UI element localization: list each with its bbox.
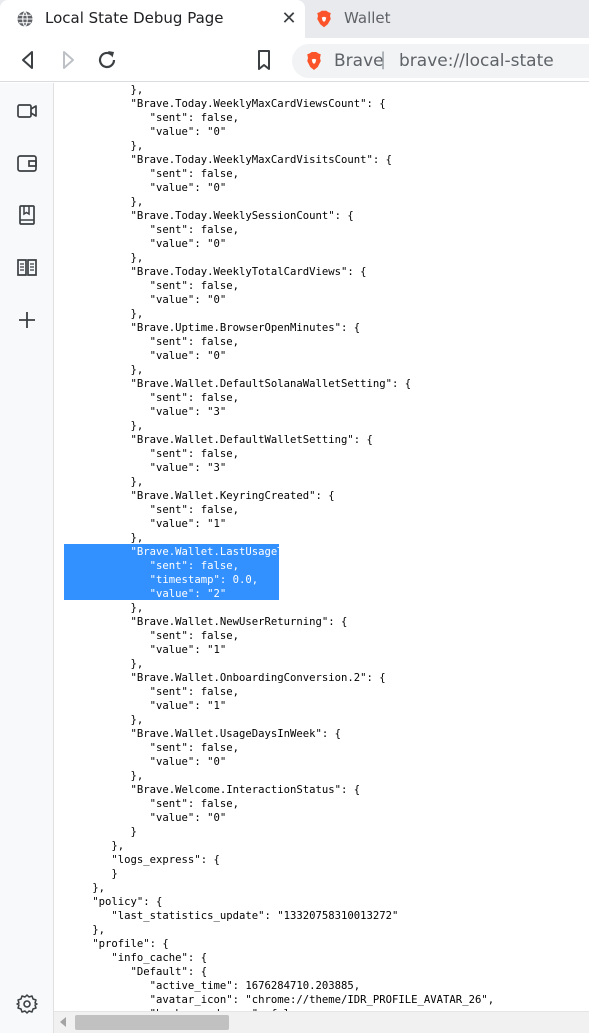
code-line: }, [54,364,144,376]
code-line: "sent": false, [54,112,239,124]
code-line: "value": "1" [54,644,227,656]
code-line: "Brave.Today.WeeklySessionCount": { [54,210,354,222]
code-line: "value": "3" [54,406,227,418]
code-line: }, [54,308,144,320]
url-text[interactable]: brave://local-state [399,51,554,71]
code-line: "sent": false, [54,686,239,698]
code-line: }, [54,196,144,208]
code-line: "value": "1" [54,700,227,712]
code-line: }, [54,882,106,894]
code-line: "timestamp": 0.0, [54,574,259,586]
code-line: "last_statistics_update": "1332075831001… [54,910,399,922]
json-dump: }, "Brave.Today.WeeklyMaxCardViewsCount"… [54,83,589,1011]
code-line: }, [54,924,106,936]
code-line: "value": "0" [54,812,227,824]
code-line: "logs_express": { [54,854,220,866]
bookmark-icon[interactable] [252,48,276,72]
code-line: }, [54,770,144,782]
code-line: "Brave.Wallet.OnboardingConversion.2": { [54,672,386,684]
code-line: "sent": false, [54,224,239,236]
code-line: } [54,826,137,838]
video-call-icon[interactable] [15,99,39,123]
code-line: }, [54,476,144,488]
code-line: "active_time": 1676284710.203885, [54,980,361,992]
code-line: "sent": false, [54,630,239,642]
settings-icon[interactable] [15,992,39,1016]
code-line: "value": "2" [54,588,227,600]
code-line: "Brave.Wallet.NewUserReturning": { [54,616,348,628]
tab-title: Local State Debug Page [45,9,224,27]
code-line: }, [54,840,125,852]
code-line: "policy": { [54,896,163,908]
brave-shield-icon[interactable] [305,51,323,71]
code-line: "Brave.Wallet.LastUsageTime": { [54,546,329,558]
scroll-left-arrow-icon[interactable] [60,1017,66,1027]
code-line: "sent": false, [54,560,239,572]
code-line: "sent": false, [54,504,239,516]
code-line: }, [54,602,144,614]
scrollbar-thumb[interactable] [75,1015,229,1030]
local-state-content[interactable]: }, "Brave.Today.WeeklyMaxCardViewsCount"… [54,83,589,1011]
code-line: "Brave.Wallet.KeyringCreated": { [54,490,335,502]
code-line: "Brave.Today.WeeklyMaxCardViewsCount": { [54,98,386,110]
code-line: }, [54,420,144,432]
tab-strip: Local State Debug Page ✕ Wallet [0,0,589,38]
code-line: "sent": false, [54,392,239,404]
code-line: "value": "0" [54,126,227,138]
code-line: "value": "0" [54,756,227,768]
reading-list-icon[interactable] [15,255,39,279]
code-line: "Default": { [54,966,208,978]
sidebar [0,83,54,1033]
code-line: }, [54,532,144,544]
code-line: "value": "1" [54,518,227,530]
code-line: "sent": false, [54,168,239,180]
code-line: }, [54,252,144,264]
code-line: "Brave.Wallet.DefaultWalletSetting": { [54,434,373,446]
code-line: }, [54,658,144,670]
code-line: "Brave.Wallet.DefaultSolanaWalletSetting… [54,378,412,390]
address-bar[interactable]: Brave | brave://local-state [292,44,589,78]
code-line: } [54,868,118,880]
code-line: "Brave.Wallet.UsageDaysInWeek": { [54,728,342,740]
forward-icon[interactable] [56,48,80,72]
code-line: "value": "0" [54,182,227,194]
close-tab-icon[interactable]: ✕ [279,9,299,29]
code-line: "value": "0" [54,294,227,306]
code-line: "profile": { [54,938,169,950]
reload-icon[interactable] [95,48,119,72]
add-icon[interactable] [15,308,39,332]
code-line: "Brave.Welcome.InteractionStatus": { [54,784,361,796]
code-line: "sent": false, [54,798,239,810]
code-line: }, [54,84,144,96]
tab-title: Wallet [344,9,391,27]
toolbar: Brave | brave://local-state [0,38,589,82]
code-line: "sent": false, [54,280,239,292]
code-line: "Brave.Today.WeeklyTotalCardViews": { [54,266,367,278]
code-line: "Brave.Today.WeeklyMaxCardVisitsCount": … [54,154,393,166]
code-line: "avatar_icon": "chrome://theme/IDR_PROFI… [54,994,495,1006]
wallet-icon[interactable] [15,151,39,175]
code-line: "value": "0" [54,238,227,250]
code-line: "Brave.Uptime.BrowserOpenMinutes": { [54,322,361,334]
bookmarks-icon[interactable] [15,203,39,227]
back-icon[interactable] [16,48,40,72]
code-line: "sent": false, [54,336,239,348]
code-line: }, [54,714,144,726]
globe-icon [17,11,33,27]
code-line: "value": "3" [54,462,227,474]
horizontal-scrollbar[interactable] [54,1011,589,1033]
code-line: }, [54,140,144,152]
code-line: "value": "0" [54,350,227,362]
code-line: "info_cache": { [54,952,208,964]
url-separator: | [380,49,387,70]
tab-local-state[interactable]: Local State Debug Page ✕ [0,0,305,38]
tab-wallet[interactable]: Wallet [305,0,589,38]
code-line: "sent": false, [54,742,239,754]
url-brand: Brave [334,51,384,71]
brave-lion-icon [317,10,331,28]
code-line: "sent": false, [54,448,239,460]
